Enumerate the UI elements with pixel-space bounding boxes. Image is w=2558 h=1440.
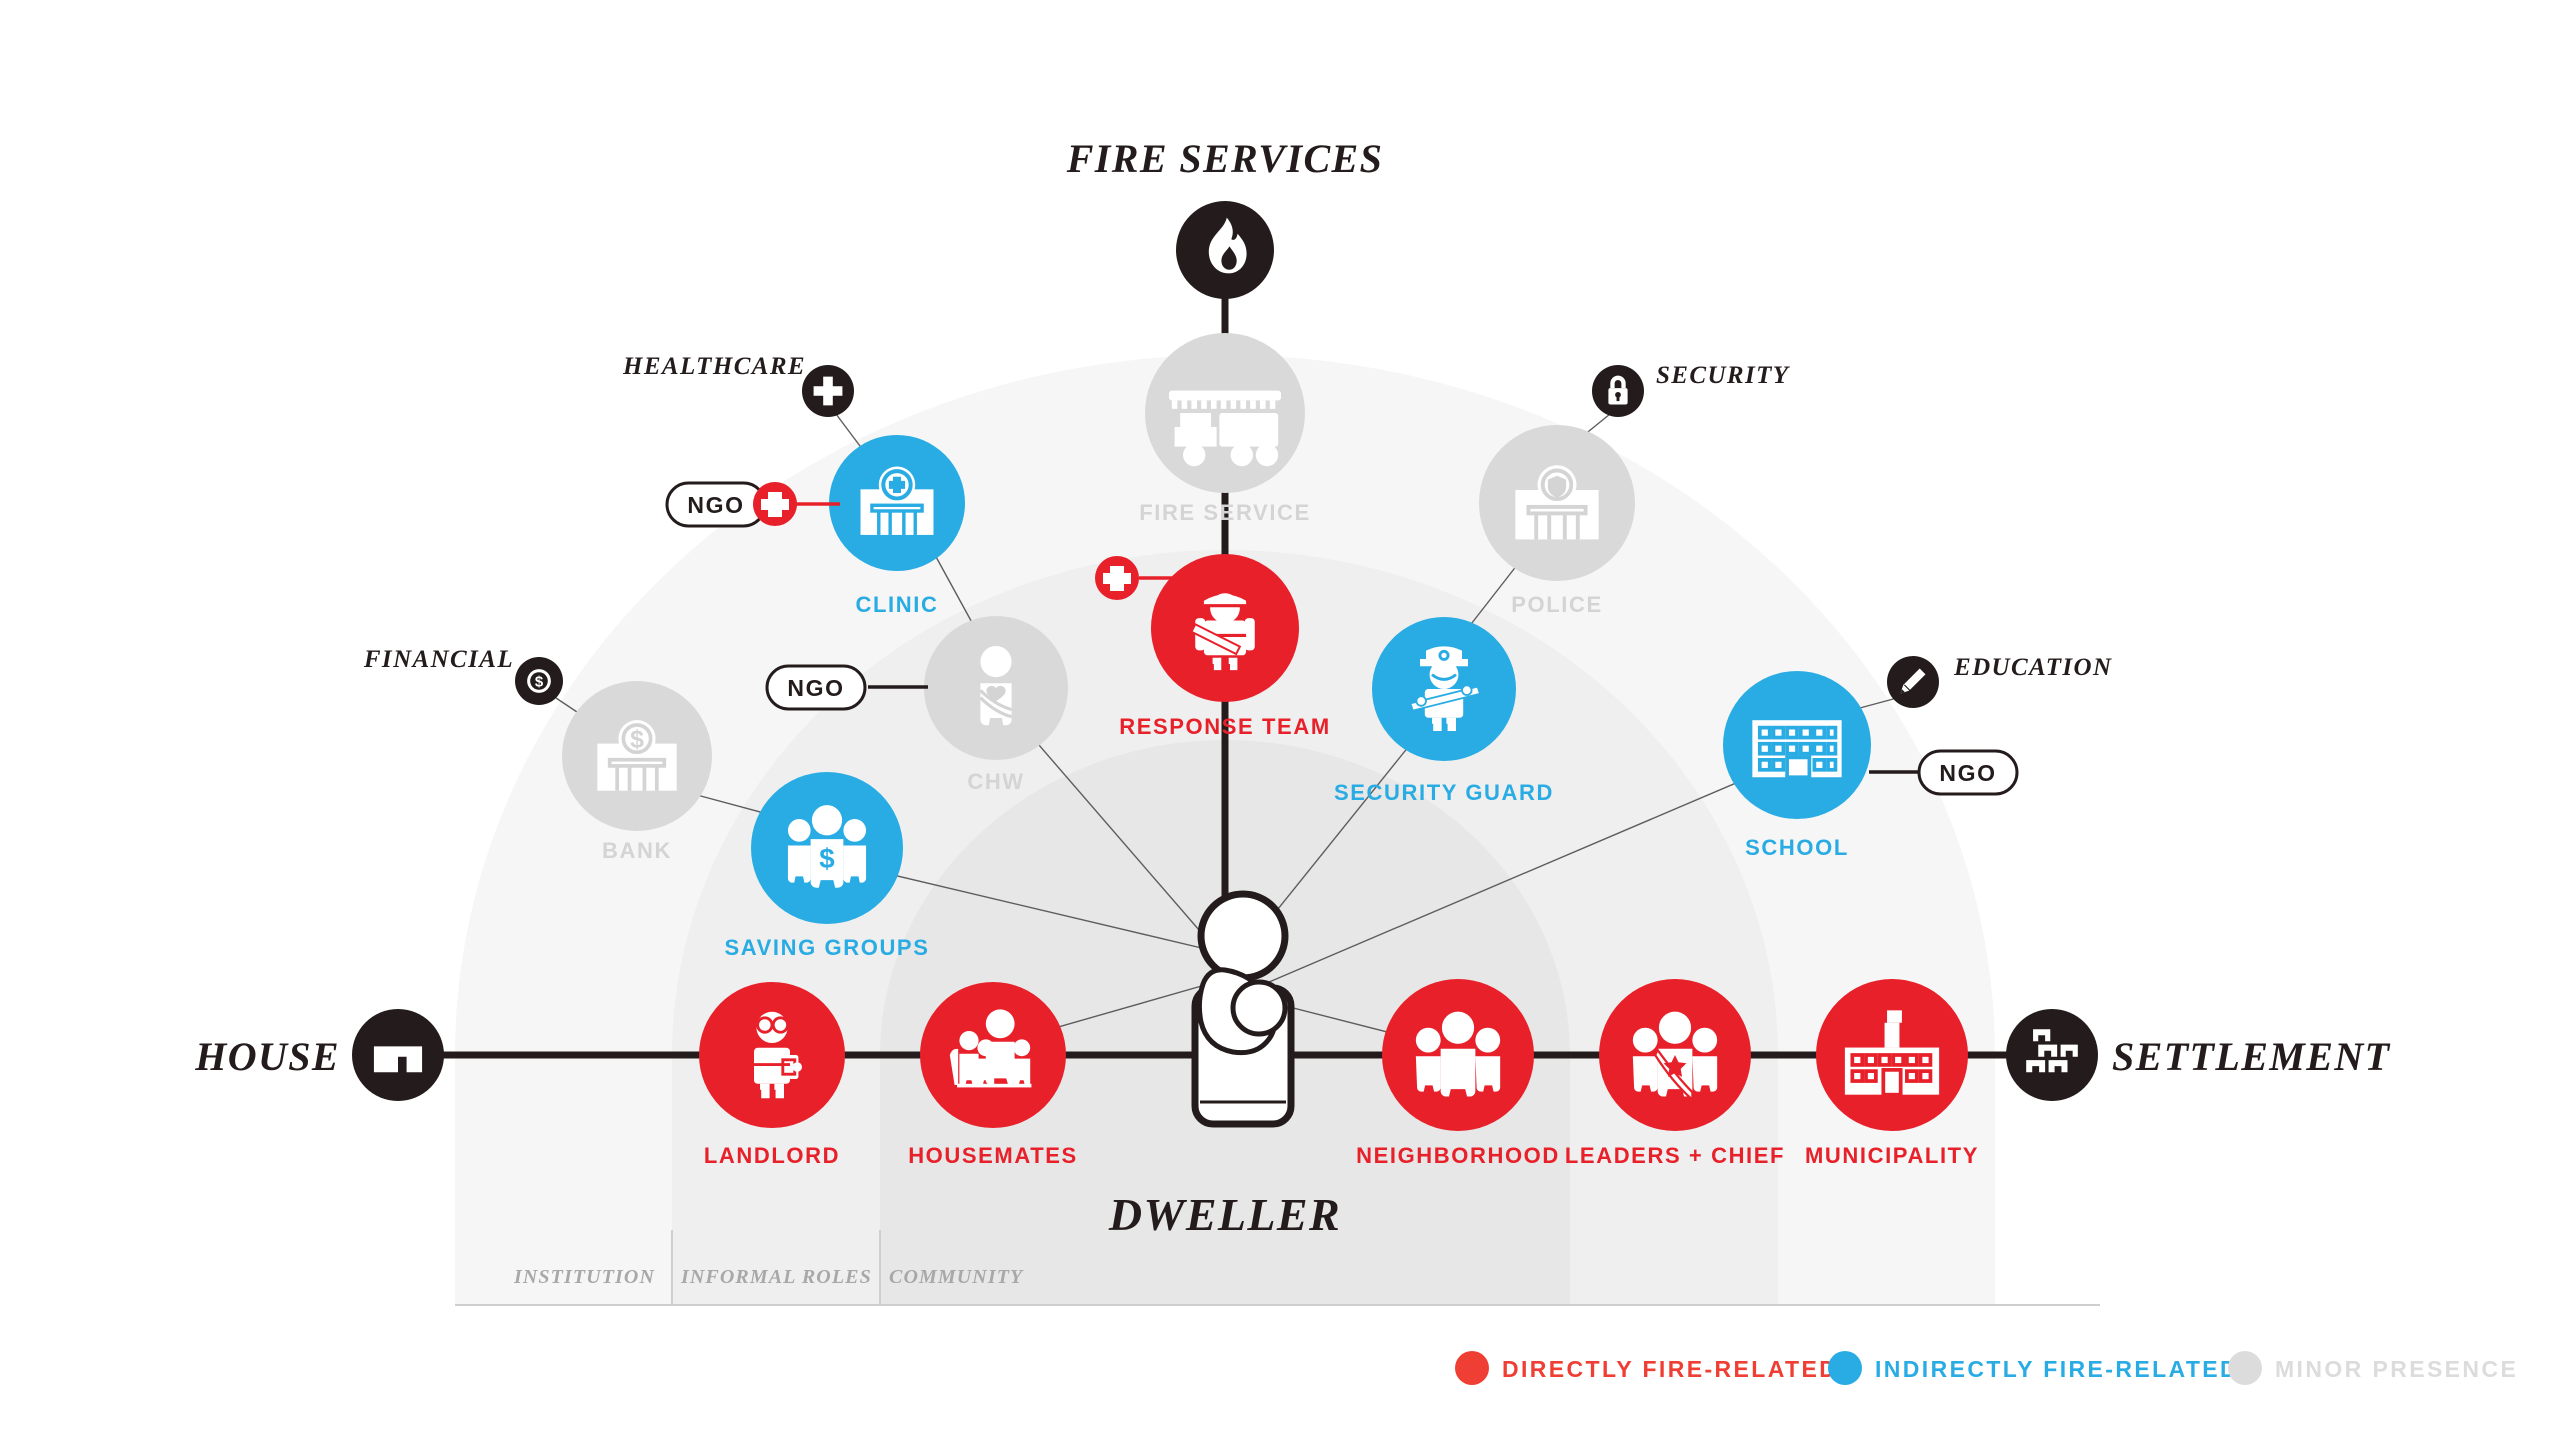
- legend-item-indirect: INDIRECTLY FIRE-RELATED: [1828, 1351, 2239, 1385]
- legend-swatch: [1828, 1351, 1862, 1385]
- legend-item-minor: MINOR PRESENCE: [2228, 1351, 2518, 1385]
- legend-label: INDIRECTLY FIRE-RELATED: [1875, 1356, 2239, 1382]
- legend-item-direct: DIRECTLY FIRE-RELATED: [1455, 1351, 1838, 1385]
- legend-layer: DIRECTLY FIRE-RELATED INDIRECTLY FIRE-RE…: [1455, 1351, 2518, 1385]
- legend-label: MINOR PRESENCE: [2275, 1356, 2518, 1382]
- legend-swatch: [2228, 1351, 2262, 1385]
- diagram-canvas: INSTITUTION INFORMAL ROLES COMMUNITY FIR…: [0, 0, 2558, 1440]
- legend-label: DIRECTLY FIRE-RELATED: [1502, 1356, 1838, 1382]
- legend-swatch: [1455, 1351, 1489, 1385]
